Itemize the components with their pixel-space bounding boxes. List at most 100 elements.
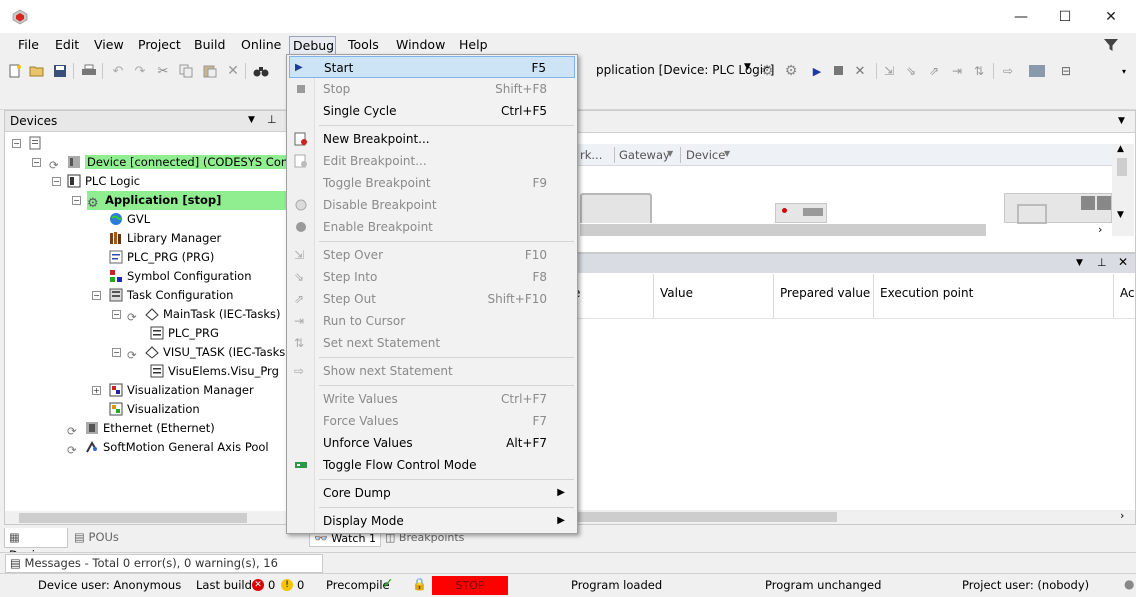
menu-item-write-values[interactable]: Write Values Ctrl+F7 bbox=[289, 388, 575, 410]
tree-item-visu-prg[interactable]: VisuElems.Visu_Prg bbox=[150, 362, 279, 381]
cut-icon[interactable]: ✂ bbox=[154, 62, 172, 80]
new-file-icon[interactable] bbox=[6, 62, 24, 80]
menu-window[interactable]: Window bbox=[393, 36, 448, 56]
menu-item-disable-breakpoint[interactable]: Disable Breakpoint bbox=[289, 194, 575, 216]
scroll-down-icon[interactable]: ▼ bbox=[1117, 210, 1124, 220]
find-binoculars-icon[interactable] bbox=[252, 62, 270, 80]
menu-item-single-cycle[interactable]: Single Cycle Ctrl+F5 bbox=[289, 100, 575, 122]
maximize-button[interactable]: ☐ bbox=[1042, 0, 1088, 33]
tree-item-library-manager[interactable]: Library Manager bbox=[109, 229, 221, 248]
tree-item-task-configuration[interactable]: Task Configuration bbox=[109, 286, 233, 305]
menu-item-set-next-statement[interactable]: ⇅ Set next Statement bbox=[289, 332, 575, 354]
editor-dropdown-icon[interactable]: ▼ bbox=[1118, 116, 1125, 126]
collapse-icon[interactable]: − bbox=[112, 310, 121, 319]
devices-horizontal-scrollbar[interactable] bbox=[5, 511, 290, 524]
menu-item-new-breakpoint[interactable]: New Breakpoint... bbox=[289, 128, 575, 150]
menu-item-toggle-breakpoint[interactable]: Toggle Breakpoint F9 bbox=[289, 172, 575, 194]
column-header-value[interactable]: Value bbox=[654, 274, 774, 318]
tree-item-softmotion-axis-pool[interactable]: ⟳ SoftMotion General Axis Pool bbox=[67, 438, 269, 457]
display-mode-icon[interactable] bbox=[1028, 62, 1046, 80]
panel-dropdown-icon[interactable]: ▼ bbox=[1076, 258, 1083, 268]
menu-item-enable-breakpoint[interactable]: Enable Breakpoint bbox=[289, 216, 575, 238]
tab-pous[interactable]: ▤ POUs bbox=[70, 528, 130, 548]
menu-view[interactable]: View bbox=[91, 36, 127, 56]
undo-icon[interactable]: ↶ bbox=[109, 62, 127, 80]
menu-item-edit-breakpoint[interactable]: Edit Breakpoint... bbox=[289, 150, 575, 172]
messages-tab[interactable]: ▤ Messages - Total 0 error(s), 0 warning… bbox=[5, 554, 323, 587]
menu-debug[interactable]: Debug bbox=[289, 36, 336, 56]
save-icon[interactable] bbox=[51, 62, 69, 80]
column-header-execution-point[interactable]: Execution point bbox=[874, 274, 1114, 318]
panel-dropdown-icon[interactable]: ▼ bbox=[248, 115, 255, 125]
tree-item-plc-prg[interactable]: PLC_PRG (PRG) bbox=[109, 248, 214, 267]
logout-gear-icon[interactable]: ⚙ bbox=[782, 62, 800, 80]
delete-icon[interactable]: ✕ bbox=[224, 62, 242, 80]
stop-square-icon[interactable] bbox=[830, 62, 848, 80]
expand-icon[interactable]: + bbox=[92, 386, 101, 395]
scroll-right-icon[interactable]: › bbox=[1120, 509, 1124, 522]
collapse-icon[interactable]: − bbox=[72, 196, 81, 205]
column-header-prepared-value[interactable]: Prepared value bbox=[774, 274, 874, 318]
menu-item-unforce-values[interactable]: Unforce Values Alt+F7 bbox=[289, 432, 575, 454]
pin-icon[interactable]: ⊥ bbox=[1097, 256, 1107, 269]
scroll-up-icon[interactable]: ▲ bbox=[1117, 144, 1124, 154]
copy-icon[interactable] bbox=[177, 62, 195, 80]
set-next-statement-icon[interactable]: ⇅ bbox=[970, 62, 988, 80]
step-over-icon[interactable]: ⇲ bbox=[880, 62, 898, 80]
start-play-icon[interactable]: ▶ bbox=[808, 62, 826, 80]
collapse-icon[interactable]: − bbox=[12, 139, 21, 148]
editor-vertical-scrollbar[interactable]: ▲ ▼ bbox=[1112, 144, 1134, 236]
open-folder-icon[interactable] bbox=[28, 62, 46, 80]
menu-item-core-dump[interactable]: Core Dump ▶ bbox=[289, 482, 575, 504]
login-gear-icon[interactable]: ⚙ bbox=[758, 62, 776, 80]
menu-item-start[interactable]: ▶ Start F5 bbox=[289, 56, 575, 78]
gateway-menu[interactable]: Gateway bbox=[619, 148, 670, 162]
scroll-right-icon[interactable]: › bbox=[1098, 223, 1102, 236]
menu-tools[interactable]: Tools bbox=[345, 36, 382, 56]
reset-tools-icon[interactable]: ✕ bbox=[851, 62, 869, 80]
tree-item-ethernet[interactable]: ⟳ Ethernet (Ethernet) bbox=[67, 419, 215, 438]
menu-edit[interactable]: Edit bbox=[52, 36, 82, 56]
menu-item-force-values[interactable]: Force Values F7 bbox=[289, 410, 575, 432]
tree-item-device[interactable]: ⟳ Device [connected] (CODESYS Control for bbox=[49, 153, 290, 172]
menu-item-step-over[interactable]: ⇲ Step Over F10 bbox=[289, 244, 575, 266]
tree-item-symbol-configuration[interactable]: Symbol Configuration bbox=[109, 267, 251, 286]
tree-item-application[interactable]: ⚙ Application [stop] bbox=[87, 191, 290, 211]
run-to-cursor-icon[interactable]: ⇥ bbox=[948, 62, 966, 80]
tree-item-maintask-plc-prg[interactable]: PLC_PRG bbox=[150, 324, 219, 343]
menu-build[interactable]: Build bbox=[191, 36, 228, 56]
menu-project[interactable]: Project bbox=[135, 36, 184, 56]
menu-online[interactable]: Online bbox=[238, 36, 284, 56]
minimize-button[interactable]: — bbox=[998, 0, 1044, 33]
network-partial-label[interactable]: rk... bbox=[580, 148, 602, 162]
menu-item-show-next-statement[interactable]: ⇨ Show next Statement bbox=[289, 360, 575, 382]
cart-icon[interactable]: ⊟ bbox=[1057, 62, 1075, 80]
info-bulb-icon[interactable]: ● bbox=[1124, 577, 1134, 591]
pin-icon[interactable]: ⊥ bbox=[267, 113, 277, 126]
collapse-icon[interactable]: − bbox=[32, 158, 41, 167]
collapse-icon[interactable]: − bbox=[112, 348, 121, 357]
scroll-thumb[interactable] bbox=[1117, 158, 1127, 176]
tree-item-visualization[interactable]: Visualization bbox=[109, 400, 200, 419]
menu-file[interactable]: File bbox=[15, 36, 42, 56]
menu-item-toggle-flow-control[interactable]: Toggle Flow Control Mode bbox=[289, 454, 575, 476]
tree-item-plc-logic[interactable]: PLC Logic bbox=[67, 172, 140, 191]
print-icon[interactable] bbox=[80, 62, 98, 80]
tree-item-visu-task[interactable]: ⟳ VISU_TASK (IEC-Tasks) bbox=[127, 343, 290, 362]
filter-icon[interactable] bbox=[1103, 37, 1119, 53]
menu-help[interactable]: Help bbox=[456, 36, 491, 56]
tree-item-maintask[interactable]: ⟳ MainTask (IEC-Tasks) bbox=[127, 305, 281, 324]
chevron-down-icon[interactable]: ▼ bbox=[744, 62, 751, 72]
lock-icon[interactable]: 🔒 bbox=[412, 577, 427, 591]
collapse-icon[interactable]: − bbox=[52, 177, 61, 186]
close-panel-icon[interactable]: ✕ bbox=[1118, 255, 1128, 269]
precompile-ok-icon[interactable]: ✓ bbox=[382, 576, 394, 592]
editor-horizontal-scrollbar[interactable] bbox=[580, 224, 986, 236]
menu-item-step-into[interactable]: ⇘ Step Into F8 bbox=[289, 266, 575, 288]
tab-devices[interactable]: ▦ Devices bbox=[4, 528, 68, 562]
menu-item-stop[interactable]: Stop Shift+F8 bbox=[289, 78, 575, 100]
tree-item-gvl[interactable]: GVL bbox=[109, 210, 150, 229]
menu-item-display-mode[interactable]: Display Mode ▶ bbox=[289, 510, 575, 532]
menu-item-step-out[interactable]: ⇗ Step Out Shift+F10 bbox=[289, 288, 575, 310]
tree-item-visualization-manager[interactable]: Visualization Manager bbox=[109, 381, 254, 400]
